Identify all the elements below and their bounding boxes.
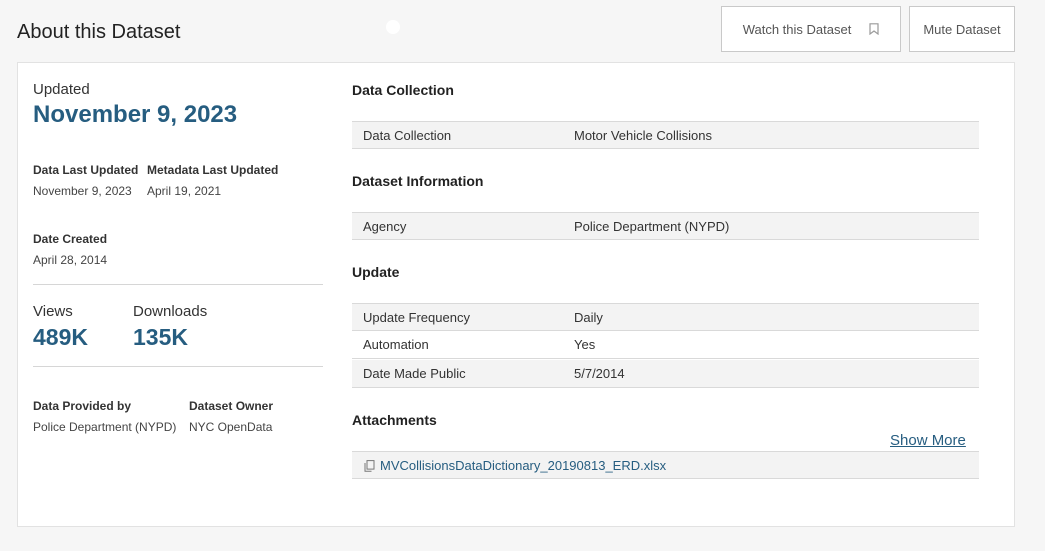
metadata-last-updated-label: Metadata Last Updated [147, 163, 279, 177]
row-value: Police Department (NYPD) [574, 219, 730, 234]
table-row: Update Frequency Daily [352, 303, 979, 331]
decorative-dot [386, 20, 400, 34]
row-value: 5/7/2014 [574, 366, 625, 381]
data-last-updated-label: Data Last Updated [33, 163, 139, 177]
row-value: Motor Vehicle Collisions [574, 128, 713, 143]
row-key: Update Frequency [363, 310, 470, 325]
provided-by-value: Police Department (NYPD) [33, 420, 177, 434]
downloads-stat: Downloads 135K [133, 303, 207, 351]
table-row: Automation Yes [352, 331, 979, 359]
provided-by-label: Data Provided by [33, 399, 132, 413]
data-last-updated-value: November 9, 2023 [33, 184, 132, 198]
metadata-last-updated: Metadata Last Updated April 19, 2021 [147, 163, 278, 198]
section-title-data-collection: Data Collection [352, 82, 454, 98]
views-label: Views [33, 303, 73, 320]
attachment-row: MVCollisionsDataDictionary_20190813_ERD.… [352, 451, 979, 479]
date-created-label: Date Created [33, 232, 108, 246]
table-row: Date Made Public 5/7/2014 [352, 360, 979, 388]
watch-dataset-label: Watch this Dataset [742, 21, 852, 37]
owner-label: Dataset Owner [189, 399, 274, 413]
data-last-updated: Data Last Updated November 9, 2023 [33, 163, 138, 198]
mute-dataset-label: Mute Dataset [923, 21, 1001, 37]
views-stat: Views 489K [33, 303, 88, 351]
watch-dataset-button[interactable]: Watch this Dataset [721, 6, 901, 52]
mute-dataset-button[interactable]: Mute Dataset [909, 6, 1015, 52]
show-more-link[interactable]: Show More [890, 432, 966, 449]
divider [33, 284, 323, 285]
downloads-label: Downloads [133, 303, 208, 320]
owner-value: NYC OpenData [189, 420, 273, 434]
attachment-filename: MVCollisionsDataDictionary_20190813_ERD.… [380, 458, 667, 473]
updated-label: Updated [33, 81, 90, 98]
document-icon [364, 459, 375, 472]
metadata-last-updated-value: April 19, 2021 [147, 184, 222, 198]
row-value: Daily [574, 310, 603, 325]
bookmark-icon [869, 23, 879, 35]
section-title-dataset-information: Dataset Information [352, 173, 484, 189]
divider [33, 366, 323, 367]
section-title-attachments: Attachments [352, 412, 437, 428]
views-value: 489K [33, 324, 88, 350]
attachment-link[interactable]: MVCollisionsDataDictionary_20190813_ERD.… [364, 458, 666, 473]
table-row: Data Collection Motor Vehicle Collisions [352, 121, 979, 149]
section-title-update: Update [352, 264, 400, 280]
row-key: Date Made Public [363, 366, 466, 381]
row-key: Data Collection [363, 128, 452, 143]
date-created-value: April 28, 2014 [33, 253, 108, 267]
table-row: Agency Police Department (NYPD) [352, 212, 979, 240]
date-created: Date Created April 28, 2014 [33, 232, 107, 267]
row-key: Automation [363, 337, 429, 352]
about-card: Updated November 9, 2023 Data Last Updat… [17, 62, 1015, 527]
data-provided-by: Data Provided by Police Department (NYPD… [33, 399, 176, 434]
downloads-value: 135K [133, 324, 188, 350]
dataset-owner: Dataset Owner NYC OpenData [189, 399, 273, 434]
row-value: Yes [574, 337, 596, 352]
row-key: Agency [363, 219, 407, 234]
updated-value: November 9, 2023 [33, 101, 238, 128]
page-title: About this Dataset [17, 21, 181, 43]
